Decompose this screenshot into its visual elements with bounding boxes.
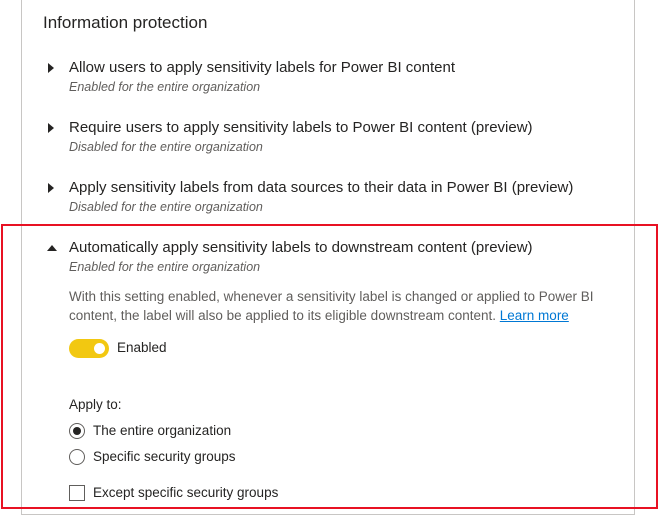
expand-arrow-icon[interactable] [48, 63, 54, 73]
setting-title[interactable]: Allow users to apply sensitivity labels … [69, 59, 455, 76]
enabled-toggle[interactable] [69, 339, 109, 358]
radio-label[interactable]: The entire organization [93, 423, 231, 438]
setting-status: Enabled for the entire organization [69, 260, 261, 274]
radio-selected-dot [73, 427, 81, 435]
learn-more-link[interactable]: Learn more [500, 308, 569, 323]
setting-status: Disabled for the entire organization [69, 140, 263, 154]
radio-button[interactable] [69, 423, 85, 439]
radio-button[interactable] [69, 449, 85, 465]
toggle-label: Enabled [117, 340, 167, 355]
setting-title[interactable]: Automatically apply sensitivity labels t… [69, 239, 533, 256]
toggle-knob [94, 343, 105, 354]
apply-to-label: Apply to: [69, 397, 122, 412]
collapse-arrow-icon[interactable] [47, 245, 57, 251]
setting-status: Enabled for the entire organization [69, 80, 261, 94]
setting-description: With this setting enabled, whenever a se… [69, 287, 629, 325]
setting-status: Disabled for the entire organization [69, 200, 263, 214]
except-checkbox[interactable] [69, 485, 85, 501]
radio-label[interactable]: Specific security groups [93, 449, 236, 464]
setting-title[interactable]: Apply sensitivity labels from data sourc… [69, 179, 573, 196]
section-title: Information protection [43, 13, 208, 32]
expand-arrow-icon[interactable] [48, 123, 54, 133]
expand-arrow-icon[interactable] [48, 183, 54, 193]
setting-title[interactable]: Require users to apply sensitivity label… [69, 119, 533, 136]
checkbox-label[interactable]: Except specific security groups [93, 485, 278, 500]
